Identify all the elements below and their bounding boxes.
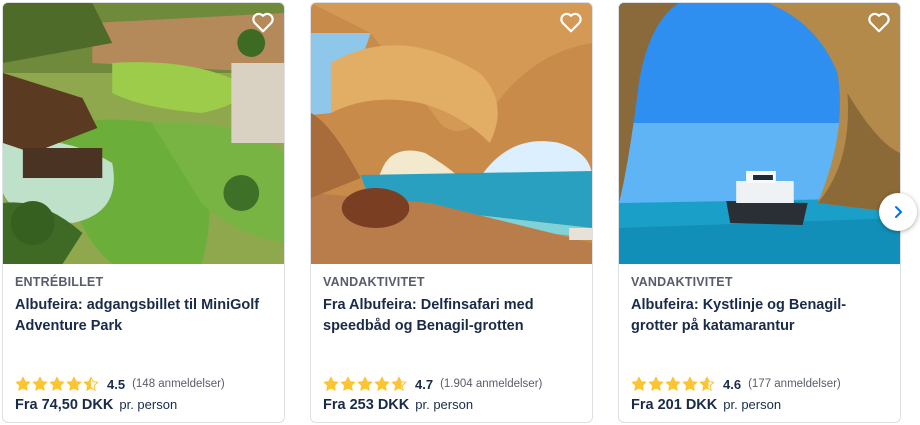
price-unit: pr. person <box>119 397 178 412</box>
star-icon <box>391 376 407 391</box>
star-icon <box>49 376 65 391</box>
card-title[interactable]: Albufeira: Kystlinje og Benagil-grotter … <box>631 295 888 337</box>
review-count: (148 anmeldelser) <box>132 378 225 390</box>
star-icon <box>682 376 698 391</box>
price-amount: Fra 74,50 DKK <box>15 397 114 413</box>
card-category: ENTRÉBILLET <box>15 275 104 289</box>
price: Fra 253 DKK pr. person <box>323 397 473 413</box>
card-category: VANDAKTIVITET <box>323 275 425 289</box>
card-image-benagil-cave[interactable] <box>311 3 592 264</box>
card-title[interactable]: Albufeira: adgangsbillet til MiniGolf Ad… <box>15 295 272 337</box>
rating-row: 4.6 (177 anmeldelser) <box>631 376 841 392</box>
card-image-minigolf[interactable] <box>3 3 284 264</box>
price-amount: Fra 253 DKK <box>323 397 410 413</box>
price-amount: Fra 201 DKK <box>631 397 718 413</box>
card-title[interactable]: Fra Albufeira: Delfinsafari med speedbåd… <box>323 295 580 337</box>
activity-card-1[interactable]: ENTRÉBILLET Albufeira: adgangsbillet til… <box>2 2 285 423</box>
star-icon <box>66 376 82 391</box>
activity-card-2[interactable]: VANDAKTIVITET Fra Albufeira: Delfinsafar… <box>310 2 593 423</box>
star-icon <box>83 376 99 391</box>
star-rating <box>15 376 99 392</box>
favorite-heart-icon[interactable] <box>866 9 892 35</box>
price-unit: pr. person <box>723 397 782 412</box>
review-count: (1.904 anmeldelser) <box>440 378 543 390</box>
star-icon <box>374 376 390 391</box>
card-image-catamaran[interactable] <box>619 3 900 264</box>
star-icon <box>648 376 664 391</box>
star-rating <box>323 376 407 392</box>
activity-card-3[interactable]: VANDAKTIVITET Albufeira: Kystlinje og Be… <box>618 2 901 423</box>
favorite-heart-icon[interactable] <box>250 9 276 35</box>
favorite-heart-icon[interactable] <box>558 9 584 35</box>
star-icon <box>323 376 339 391</box>
star-icon <box>15 376 31 391</box>
review-count: (177 anmeldelser) <box>748 378 841 390</box>
star-icon <box>665 376 681 391</box>
chevron-right-icon <box>895 206 902 218</box>
rating-score: 4.7 <box>415 376 434 392</box>
star-icon <box>340 376 356 391</box>
star-rating <box>631 376 715 392</box>
star-icon <box>357 376 373 391</box>
price: Fra 74,50 DKK pr. person <box>15 397 177 413</box>
rating-score: 4.5 <box>107 376 126 392</box>
rating-row: 4.7 (1.904 anmeldelser) <box>323 376 542 392</box>
price-unit: pr. person <box>415 397 474 412</box>
star-icon <box>32 376 48 391</box>
rating-row: 4.5 (148 anmeldelser) <box>15 376 225 392</box>
price: Fra 201 DKK pr. person <box>631 397 781 413</box>
star-icon <box>631 376 647 391</box>
star-icon <box>699 376 715 391</box>
card-category: VANDAKTIVITET <box>631 275 733 289</box>
carousel-next-button[interactable] <box>879 193 917 231</box>
rating-score: 4.6 <box>723 376 742 392</box>
